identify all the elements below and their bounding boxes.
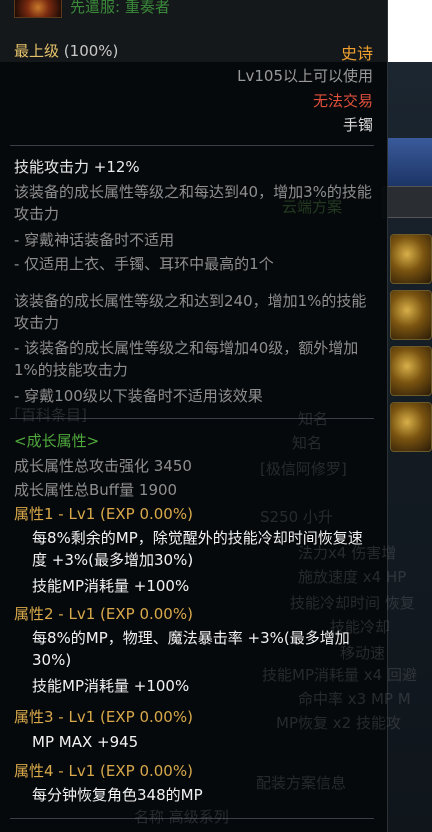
- skill-attack-title: 技能攻击力 +12%: [14, 158, 140, 176]
- growth-attr-line: MP MAX +945: [32, 733, 139, 751]
- equipment-slot-icon[interactable]: [390, 402, 432, 452]
- bg-ghost-text: 知名: [298, 410, 329, 428]
- bg-ghost-text: 命中率 x3 MP M: [298, 690, 411, 708]
- background-tab[interactable]: [382, 186, 432, 218]
- bg-ghost-text: 名称 高级系列: [134, 808, 229, 826]
- equipment-slot-icon[interactable]: [390, 346, 432, 396]
- background-blue-bar: [388, 138, 432, 186]
- skill-attack-extra-note: - 该装备的成长属性等级之和每增加40级，额外增加1%的技能攻击力: [14, 339, 359, 379]
- skill-attack-note: - 仅适用上衣、手镯、耳环中最高的1个: [14, 255, 274, 273]
- bg-ghost-text: 移动速: [340, 644, 386, 662]
- grade-label: 最上级 (100%): [14, 40, 118, 61]
- bg-ghost-text: 技能MP消耗量 x4 回避: [262, 666, 417, 684]
- growth-total-buff: 成长属性总Buff量 1900: [14, 481, 178, 499]
- trade-status: 无法交易: [312, 92, 373, 110]
- level-requirement: Lv105以上可以使用: [237, 67, 373, 85]
- bg-ghost-text: 「百科条目]: [6, 406, 87, 424]
- grade-name: 最上级: [14, 42, 60, 60]
- item-icon: [14, 0, 62, 18]
- equipment-slot-icon[interactable]: [390, 234, 432, 284]
- bg-ghost-text: 法力x4 伤害增: [298, 544, 397, 562]
- bg-ghost-text: 配装方案信息: [256, 774, 347, 792]
- bg-ghost-text: [极信阿修罗]: [260, 460, 347, 478]
- bg-ghost-text: 知名: [292, 434, 323, 452]
- item-header: 先遣服: 重奏者: [14, 0, 374, 20]
- bg-tab-label: 云端方案: [282, 198, 343, 216]
- bg-ghost-text: 技能冷却: [330, 618, 391, 636]
- grade-percent: (100%): [63, 42, 119, 60]
- divider: [10, 145, 374, 146]
- bg-ghost-text: MP恢复 x2 技能攻: [276, 714, 401, 732]
- equipment-slot-icon[interactable]: [390, 290, 432, 340]
- item-name: 先遣服: 重奏者: [70, 0, 170, 16]
- rarity-label: 史诗: [340, 44, 373, 63]
- bg-ghost-text: 施放速度 x4 HP: [298, 568, 407, 586]
- skill-attack-note: - 穿戴神话装备时不适用: [14, 231, 175, 249]
- slot-type: 手镯: [342, 116, 373, 134]
- bg-ghost-text: S250 小升: [260, 508, 333, 526]
- bg-ghost-text: 技能冷却时间 恢复: [290, 594, 415, 612]
- skill-attack-extra-desc: 该装备的成长属性等级之和达到240，增加1%的技能攻击力: [14, 292, 367, 332]
